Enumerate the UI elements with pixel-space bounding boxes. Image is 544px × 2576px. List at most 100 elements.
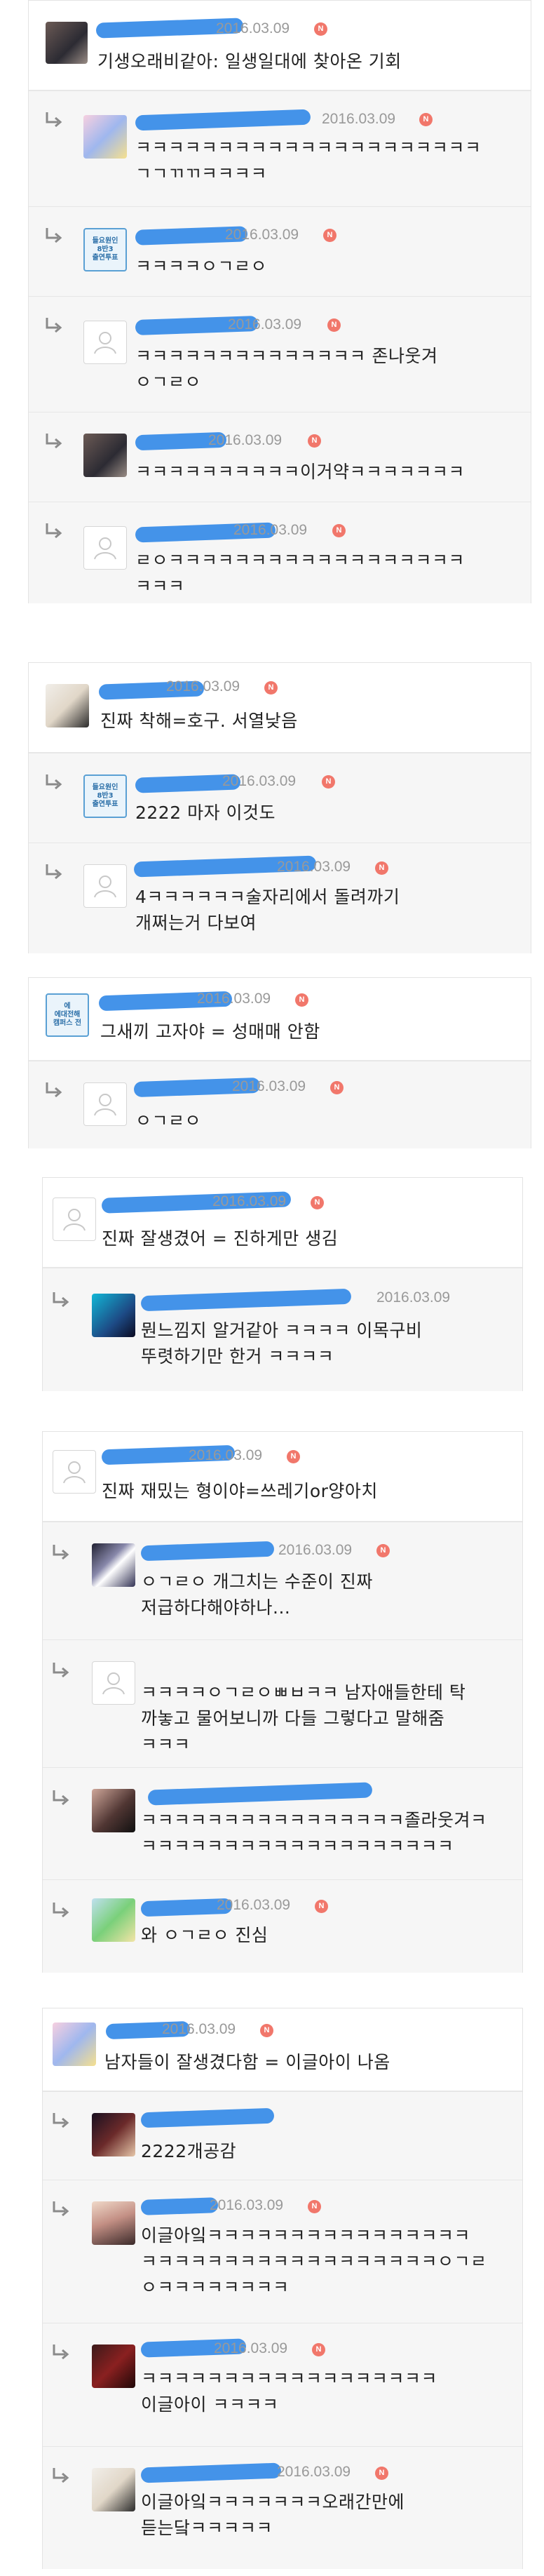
comment-text: 그새끼 고자야 = 성매매 안함 bbox=[100, 1021, 320, 1042]
comment-text: 남자들이 잘생겼다함 = 이글아이 나옴 bbox=[104, 2052, 390, 2072]
avatar[interactable] bbox=[83, 1082, 127, 1126]
comment-text: ㅋㅋㅋㅋㅇㄱㄹㅇ bbox=[135, 256, 268, 276]
reply-comment: ㅋㅋㅋㅋㅇㄱㄹㅇㅃㅂㅋㅋ 남자애들한테 탁 까놓고 물어보니까 다들 그렇다고 … bbox=[43, 1639, 522, 1767]
comment: 2016.03.09 N 남자들이 잘생겼다함 = 이글아이 나옴 bbox=[43, 2008, 522, 2091]
new-badge: N bbox=[375, 2467, 388, 2480]
reply-arrow-icon bbox=[50, 1289, 71, 1310]
comment-date: 2016.03.09 bbox=[233, 522, 308, 538]
avatar[interactable]: 에 에대전해 캠퍼스 전 bbox=[46, 993, 89, 1037]
comment-text: ㅋㅋㅋㅋㅋㅋㅋㅋㅋㅋㅋㅋㅋㅋㅋㅋㅋㅋ 이글아이 ㅋㅋㅋㅋ bbox=[141, 2368, 438, 2415]
avatar[interactable] bbox=[53, 1198, 96, 1241]
comment-thread: 에 에대전해 캠퍼스 전 2016.03.09 N 그새끼 고자야 = 성매매 … bbox=[28, 977, 531, 1148]
reply-comment: 2016.03.09 N ㅋㅋㅋㅋㅋㅋㅋㅋㅋㅋㅋㅋㅋㅋ 존나웃겨 ㅇㄱㄹㅇ bbox=[29, 296, 531, 412]
reply-comment: 2016.03.09 N ㅋㅋㅋㅋㅋㅋㅋㅋㅋㅋ이거약ㅋㅋㅋㅋㅋㅋㅋ bbox=[29, 412, 531, 502]
avatar[interactable] bbox=[83, 321, 127, 364]
comment-date: 2016.03.09 bbox=[277, 2464, 351, 2480]
comment-date: 2016.03.09 bbox=[232, 1078, 306, 1094]
avatar[interactable] bbox=[46, 684, 89, 727]
reply-comment: ㅋㅋㅋㅋㅋㅋㅋㅋㅋㅋㅋㅋㅋㅋㅋㅋ졸라웃겨ㅋ ㅋㅋㅋㅋㅋㅋㅋㅋㅋㅋㅋㅋㅋㅋㅋㅋㅋㅋ… bbox=[43, 1767, 522, 1879]
new-badge: N bbox=[311, 1196, 324, 1209]
comment: 2016.03.09 N 진짜 재밌는 형이야=쓰레기or양아치 bbox=[43, 1432, 522, 1522]
reply-arrow-icon bbox=[50, 1900, 71, 1921]
comment-thread: 2016.03.09 N 진짜 착해=호구. 서열낮음 들요원인 8반3 출연투… bbox=[28, 662, 531, 953]
comment: 2016.03.09 N 진짜 잘생겼어 = 진하게만 생김 bbox=[43, 1178, 522, 1268]
new-badge: N bbox=[376, 1544, 390, 1557]
avatar-badge-text: 들요원인 8반3 출연투표 bbox=[92, 784, 118, 808]
avatar[interactable] bbox=[92, 2201, 135, 2245]
reply-arrow-icon bbox=[50, 2342, 71, 2363]
reply-comment: 2016.03.09 N ㄹㅇㅋㅋㅋㅋㅋㅋㅋㅋㅋㅋㅋㅋㅋㅋㅋㅋㅋㅋ ㅋㅋㅋ bbox=[29, 502, 531, 603]
comment-text: 2222개공감 bbox=[141, 2141, 237, 2161]
comment-date: 2016.03.09 bbox=[376, 1289, 451, 1306]
avatar[interactable] bbox=[83, 864, 127, 908]
new-badge: N bbox=[332, 524, 346, 537]
reply-arrow-icon bbox=[43, 431, 64, 452]
avatar[interactable] bbox=[53, 1450, 96, 1494]
default-user-icon bbox=[94, 1094, 116, 1116]
avatar[interactable] bbox=[92, 1543, 135, 1587]
avatar[interactable] bbox=[92, 1294, 135, 1337]
author-name-redacted[interactable] bbox=[140, 1288, 352, 1312]
comment-date: 2016.03.09 bbox=[228, 316, 302, 333]
avatar[interactable] bbox=[92, 2344, 135, 2388]
avatar[interactable] bbox=[83, 115, 127, 159]
avatar[interactable] bbox=[92, 1898, 135, 1942]
avatar[interactable] bbox=[83, 526, 127, 570]
new-badge: N bbox=[308, 2200, 321, 2213]
avatar[interactable] bbox=[92, 1661, 135, 1705]
author-name-redacted[interactable] bbox=[140, 2107, 275, 2128]
new-badge: N bbox=[287, 1450, 300, 1463]
author-name-redacted[interactable] bbox=[140, 1541, 275, 1562]
author-name-redacted[interactable] bbox=[147, 1782, 373, 1806]
reply-comment: 2016.03.09 N ㅋㅋㅋㅋㅋㅋㅋㅋㅋㅋㅋㅋㅋㅋㅋㅋㅋㅋㅋㅋㅋ ㄱㄱㄲㄲㅋ… bbox=[29, 90, 531, 206]
avatar[interactable]: 들요원인 8반3 출연투표 bbox=[83, 228, 127, 271]
avatar[interactable] bbox=[92, 2468, 135, 2511]
reply-arrow-icon bbox=[50, 2110, 71, 2131]
comment-date: 2016.03.09 bbox=[197, 991, 271, 1007]
comment-text: 2222 마자 이것도 bbox=[135, 803, 276, 823]
reply-arrow-icon bbox=[43, 315, 64, 336]
default-user-icon bbox=[94, 876, 116, 898]
new-badge: N bbox=[314, 22, 327, 36]
reply-arrow-icon bbox=[43, 861, 64, 883]
comment-thread: 2016.03.09 N 진짜 재밌는 형이야=쓰레기or양아치 2016.03… bbox=[42, 1431, 523, 1973]
default-user-icon bbox=[63, 1461, 86, 1484]
comment-text: 진짜 재밌는 형이야=쓰레기or양아치 bbox=[102, 1481, 378, 1501]
comment-date: 2016.03.09 bbox=[277, 859, 351, 875]
new-badge: N bbox=[264, 681, 278, 695]
reply-arrow-icon bbox=[43, 225, 64, 246]
comment: 에 에대전해 캠퍼스 전 2016.03.09 N 그새끼 고자야 = 성매매 … bbox=[29, 978, 531, 1061]
comment-text: ㅋㅋㅋㅋㅋㅋㅋㅋㅋㅋㅋㅋㅋㅋㅋㅋㅋㅋㅋㅋㅋ ㄱㄱㄲㄲㅋㅋㅋㅋ bbox=[135, 137, 482, 184]
author-name-redacted[interactable] bbox=[140, 2462, 282, 2483]
comment-text: ㅇㄱㄹㅇ bbox=[135, 1111, 202, 1131]
avatar[interactable] bbox=[83, 434, 127, 477]
new-badge: N bbox=[260, 2024, 273, 2037]
reply-comment: 2016.03.09 N ㅇㄱㄹㅇ bbox=[29, 1061, 531, 1148]
avatar[interactable] bbox=[53, 2022, 96, 2066]
author-name-redacted[interactable] bbox=[135, 109, 311, 131]
default-user-icon bbox=[94, 537, 116, 560]
reply-arrow-icon bbox=[50, 1660, 71, 1681]
comment-text: ㅇㄱㄹㅇ 개그치는 수준이 진짜 저급하다해야하나... bbox=[141, 1571, 373, 1618]
new-badge: N bbox=[330, 1081, 344, 1094]
reply-comment: 2222개공감 bbox=[43, 2091, 522, 2180]
avatar[interactable] bbox=[46, 22, 88, 64]
reply-arrow-icon bbox=[43, 521, 64, 542]
comment: 2016.03.09 N 기생오래비같아: 일생일대에 찾아온 기회 bbox=[29, 1, 531, 90]
comment-text: ㄹㅇㅋㅋㅋㅋㅋㅋㅋㅋㅋㅋㅋㅋㅋㅋㅋㅋㅋㅋ ㅋㅋㅋ bbox=[135, 550, 465, 596]
comment-date: 2016.03.09 bbox=[189, 1447, 263, 1463]
reply-arrow-icon bbox=[43, 109, 64, 130]
comment-thread: 2016.03.09 N 기생오래비같아: 일생일대에 찾아온 기회 2016.… bbox=[28, 0, 531, 603]
avatar[interactable] bbox=[92, 1789, 135, 1832]
reply-arrow-icon bbox=[43, 772, 64, 793]
comment-date: 2016.03.09 bbox=[208, 432, 283, 448]
reply-comment: 2016.03.09 N ㅋㅋㅋㅋㅋㅋㅋㅋㅋㅋㅋㅋㅋㅋㅋㅋㅋㅋ 이글아이 ㅋㅋㅋ… bbox=[43, 2323, 522, 2446]
comment-thread: 2016.03.09 N 남자들이 잘생겼다함 = 이글아이 나옴 2222개공… bbox=[42, 2008, 523, 2569]
new-badge: N bbox=[375, 861, 388, 875]
default-user-icon bbox=[102, 1672, 125, 1695]
comment-text: 기생오래비같아: 일생일대에 찾아온 기회 bbox=[97, 51, 402, 72]
author-name-redacted[interactable] bbox=[140, 2197, 219, 2215]
comment-date: 2016.03.09 bbox=[217, 1897, 291, 1913]
avatar[interactable] bbox=[92, 2113, 135, 2156]
avatar[interactable]: 들요원인 8반3 출연투표 bbox=[83, 774, 127, 818]
